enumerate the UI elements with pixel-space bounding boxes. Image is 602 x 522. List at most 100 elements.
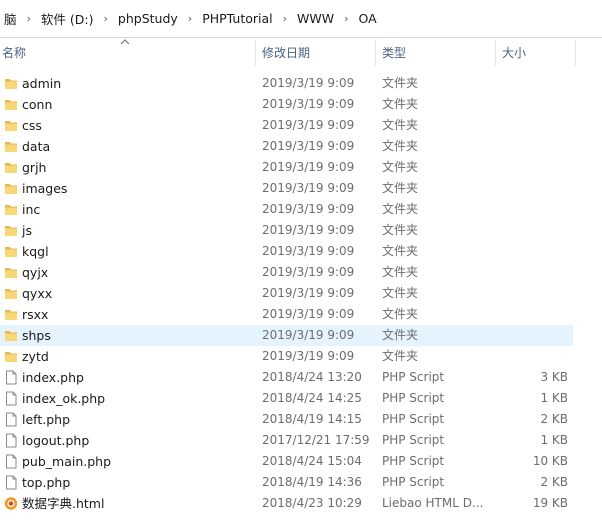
folder-icon xyxy=(5,289,17,299)
file-name[interactable]: rsxx xyxy=(22,304,48,325)
file-modified-date: 2019/3/19 9:09 xyxy=(262,244,355,258)
file-name[interactable]: 数据字典.html xyxy=(22,493,104,514)
breadcrumb-separator-icon[interactable]: › xyxy=(182,12,198,25)
file-modified-date: 2019/3/19 9:09 xyxy=(262,286,355,300)
file-modified-date: 2018/4/24 14:25 xyxy=(262,391,362,405)
column-header-size[interactable]: 大小 xyxy=(502,38,526,68)
folder-icon xyxy=(5,142,17,152)
file-name[interactable]: conn xyxy=(22,94,52,115)
file-type: PHP Script xyxy=(382,454,445,468)
file-modified-date: 2019/3/19 9:09 xyxy=(262,223,355,237)
column-divider[interactable] xyxy=(255,40,256,66)
file-row[interactable]: inc 2019/3/19 9:09 文件夹 xyxy=(0,199,602,220)
column-header-type[interactable]: 类型 xyxy=(382,38,406,68)
file-row[interactable]: zytd 2019/3/19 9:09 文件夹 xyxy=(0,346,602,367)
file-row[interactable]: images 2019/3/19 9:09 文件夹 xyxy=(0,178,602,199)
file-name[interactable]: zytd xyxy=(22,346,49,367)
file-row[interactable]: top.php 2018/4/19 14:36 PHP Script 2 KB xyxy=(0,472,602,493)
breadcrumb-item[interactable]: phpStudy xyxy=(114,11,182,26)
file-row[interactable]: pub_main.php 2018/4/24 15:04 PHP Script 10 … xyxy=(0,451,602,472)
file-icon xyxy=(6,412,17,427)
breadcrumb-separator-icon[interactable]: › xyxy=(277,12,293,25)
file-row[interactable]: qyjx 2019/3/19 9:09 文件夹 xyxy=(0,262,602,283)
breadcrumb-item[interactable]: WWW xyxy=(293,11,338,26)
column-divider[interactable] xyxy=(495,40,496,66)
file-modified-date: 2019/3/19 9:09 xyxy=(262,349,355,363)
file-modified-date: 2018/4/23 10:29 xyxy=(262,496,362,510)
file-size: 2 KB xyxy=(540,475,568,489)
file-type: 文件夹 xyxy=(382,223,419,237)
file-name[interactable]: grjh xyxy=(22,157,46,178)
file-icon xyxy=(6,475,17,490)
breadcrumb-separator-icon[interactable]: › xyxy=(21,12,37,25)
file-name[interactable]: images xyxy=(22,178,67,199)
file-icon xyxy=(6,433,17,448)
file-row[interactable]: conn 2019/3/19 9:09 文件夹 xyxy=(0,94,602,115)
file-name[interactable]: kqgl xyxy=(22,241,49,262)
file-name[interactable]: index.php xyxy=(22,367,84,388)
file-row[interactable]: grjh 2019/3/19 9:09 文件夹 xyxy=(0,157,602,178)
file-modified-date: 2019/3/19 9:09 xyxy=(262,97,355,111)
file-name[interactable]: qyjx xyxy=(22,262,48,283)
file-row[interactable]: css 2019/3/19 9:09 文件夹 xyxy=(0,115,602,136)
column-divider[interactable] xyxy=(375,40,376,66)
file-name[interactable]: css xyxy=(22,115,42,136)
file-icon xyxy=(6,454,17,469)
file-row[interactable]: logout.php 2017/12/21 17:59 PHP Script 1 KB xyxy=(0,430,602,451)
file-name[interactable]: left.php xyxy=(22,409,70,430)
file-row[interactable]: left.php 2018/4/19 14:15 PHP Script 2 KB xyxy=(0,409,602,430)
breadcrumb-separator-icon[interactable]: › xyxy=(338,12,354,25)
file-type: 文件夹 xyxy=(382,265,419,279)
file-modified-date: 2019/3/19 9:09 xyxy=(262,160,355,174)
file-row[interactable]: rsxx 2019/3/19 9:09 文件夹 xyxy=(0,304,602,325)
file-row[interactable]: index.php 2018/4/24 13:20 PHP Script 3 KB xyxy=(0,367,602,388)
folder-icon xyxy=(5,79,17,89)
file-modified-date: 2018/4/19 14:15 xyxy=(262,412,362,426)
folder-icon xyxy=(5,184,17,194)
file-type: 文件夹 xyxy=(382,307,419,321)
file-name[interactable]: inc xyxy=(22,199,40,220)
file-name[interactable]: qyxx xyxy=(22,283,52,304)
column-header-name[interactable]: 名称 xyxy=(2,38,26,68)
breadcrumb-item[interactable]: 软件 (D:) xyxy=(37,9,98,28)
file-name[interactable]: js xyxy=(22,220,32,241)
folder-icon xyxy=(5,331,17,341)
file-type: 文件夹 xyxy=(382,286,419,300)
folder-icon xyxy=(5,352,17,362)
file-type: 文件夹 xyxy=(382,244,419,258)
file-name[interactable]: shps xyxy=(22,325,51,346)
column-header-modified[interactable]: 修改日期 xyxy=(262,38,310,68)
file-size: 2 KB xyxy=(540,412,568,426)
breadcrumb-separator-icon[interactable]: › xyxy=(98,12,114,25)
column-divider[interactable] xyxy=(575,40,576,66)
file-type: PHP Script xyxy=(382,412,445,426)
file-type: PHP Script xyxy=(382,391,445,405)
file-name[interactable]: index_ok.php xyxy=(22,388,105,409)
file-modified-date: 2019/3/19 9:09 xyxy=(262,202,355,216)
file-row[interactable]: js 2019/3/19 9:09 文件夹 xyxy=(0,220,602,241)
file-row[interactable]: kqgl 2019/3/19 9:09 文件夹 xyxy=(0,241,602,262)
file-row[interactable]: data 2019/3/19 9:09 文件夹 xyxy=(0,136,602,157)
folder-icon xyxy=(5,268,17,278)
file-modified-date: 2019/3/19 9:09 xyxy=(262,328,355,342)
file-type: PHP Script xyxy=(382,433,445,447)
file-row[interactable]: shps 2019/3/19 9:09 文件夹 xyxy=(0,325,602,346)
file-type: 文件夹 xyxy=(382,349,419,363)
breadcrumb-item[interactable]: OA xyxy=(355,11,381,26)
file-row[interactable]: 数据字典.html 2018/4/23 10:29 Liebao HTML D...… xyxy=(0,493,602,514)
file-type: 文件夹 xyxy=(382,76,419,90)
file-name[interactable]: top.php xyxy=(22,472,70,493)
file-modified-date: 2019/3/19 9:09 xyxy=(262,76,355,90)
file-row[interactable]: qyxx 2019/3/19 9:09 文件夹 xyxy=(0,283,602,304)
file-icon xyxy=(6,370,17,385)
breadcrumb-item[interactable]: PHPTutorial xyxy=(198,11,276,26)
file-name[interactable]: pub_main.php xyxy=(22,451,111,472)
file-row[interactable]: admin 2019/3/19 9:09 文件夹 xyxy=(0,73,602,94)
folder-icon xyxy=(5,121,17,131)
file-row[interactable]: index_ok.php 2018/4/24 14:25 PHP Script 1 K… xyxy=(0,388,602,409)
file-name[interactable]: data xyxy=(22,136,50,157)
breadcrumb-item[interactable]: 脑 xyxy=(0,9,21,28)
file-name[interactable]: logout.php xyxy=(22,430,89,451)
file-modified-date: 2018/4/19 14:36 xyxy=(262,475,362,489)
file-name[interactable]: admin xyxy=(22,73,61,94)
